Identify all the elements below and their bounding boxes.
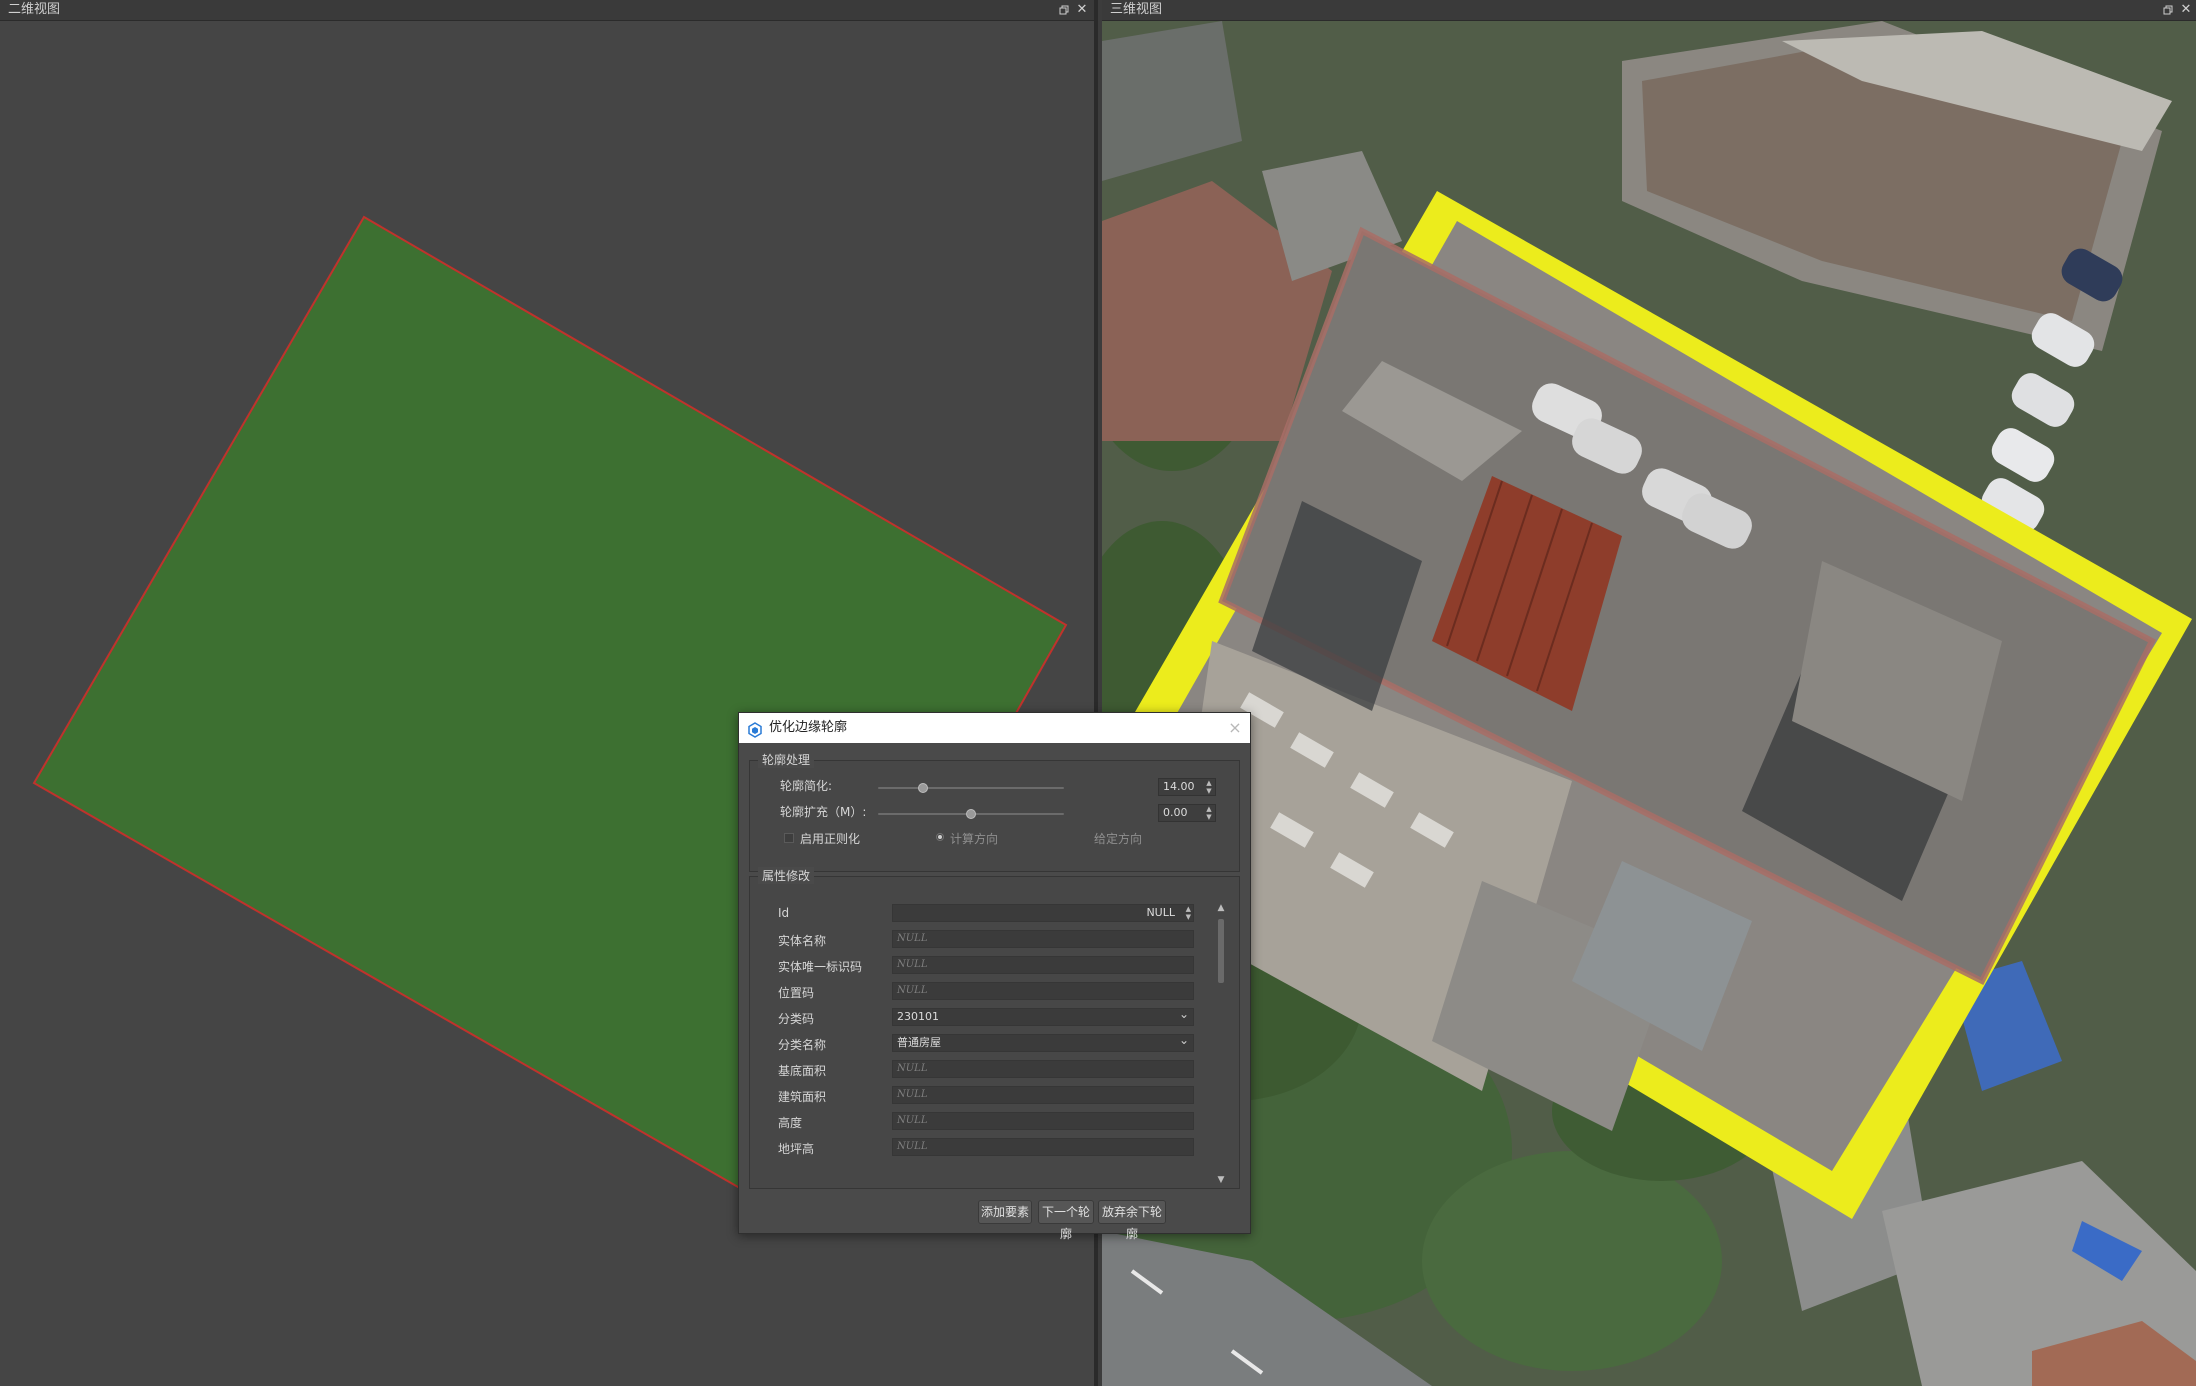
next-outline-button[interactable]: 下一个轮廓 bbox=[1038, 1200, 1094, 1241]
aerial-scene bbox=[1102, 21, 2196, 1386]
attr-combo-field[interactable]: 普通房屋 bbox=[892, 1032, 1194, 1052]
attribute-edit-group: 属性修改 Id NULL ▲ ▼ 实体名称 NULL 实体唯一标识码 NULL 位置码 NULL 分… bbox=[749, 867, 1240, 1189]
attr-value: NULL bbox=[897, 1063, 928, 1074]
attr-value: NULL bbox=[1146, 906, 1175, 919]
attr-label: 分类码 bbox=[778, 1012, 815, 1026]
add-feature-button[interactable]: 添加要素 bbox=[978, 1200, 1032, 1224]
simplify-value: 14.00 bbox=[1163, 780, 1195, 793]
attr-combo-field[interactable]: 230101 bbox=[892, 1006, 1194, 1026]
dialog-titlebar[interactable]: 优化边缘轮廓 × bbox=[739, 713, 1250, 743]
attr-text-field[interactable]: NULL bbox=[892, 956, 1194, 974]
view-3d-panel: 三维视图 ✕ bbox=[1102, 0, 2196, 1386]
attr-value: 230101 bbox=[897, 1010, 939, 1023]
attr-text-field[interactable]: NULL bbox=[892, 930, 1194, 948]
attr-text-field[interactable]: NULL bbox=[892, 1138, 1194, 1156]
view-3d-canvas[interactable] bbox=[1102, 21, 2196, 1386]
spin-arrows-icon[interactable]: ▲ ▼ bbox=[1186, 905, 1191, 921]
view-3d-header: 三维视图 ✕ bbox=[1102, 0, 2196, 21]
attr-group-title: 属性修改 bbox=[758, 867, 815, 884]
simplify-slider[interactable] bbox=[878, 783, 1064, 793]
attribute-scrollbar[interactable]: ▲ ▼ bbox=[1215, 903, 1227, 1185]
attr-label: 基底面积 bbox=[778, 1064, 827, 1078]
simplify-spinbox[interactable]: 14.00 ▲ ▼ bbox=[1158, 778, 1216, 796]
app-logo-icon bbox=[747, 720, 763, 738]
regularize-checkbox[interactable] bbox=[784, 833, 794, 843]
optimize-outline-dialog: 优化边缘轮廓 × 轮廓处理 轮廓简化: 14.00 ▲ ▼ 轮廓扩充（M）: 0.… bbox=[738, 712, 1251, 1241]
attr-value: 普通房屋 bbox=[897, 1036, 941, 1049]
simplify-label: 轮廓简化: bbox=[780, 779, 833, 793]
close-icon[interactable]: ✕ bbox=[2178, 0, 2194, 20]
attr-label: 分类名称 bbox=[778, 1038, 827, 1052]
attr-value: NULL bbox=[897, 1089, 928, 1100]
attr-text-field[interactable]: NULL bbox=[892, 1112, 1194, 1130]
calc-direction-label: 计算方向 bbox=[950, 832, 999, 846]
scroll-up-icon[interactable]: ▲ bbox=[1215, 903, 1227, 913]
attr-label: Id bbox=[778, 906, 790, 920]
dialog-title: 优化边缘轮廓 bbox=[769, 720, 848, 735]
discard-remaining-button[interactable]: 放弃余下轮廓 bbox=[1098, 1200, 1166, 1241]
spin-arrows-icon[interactable]: ▲ ▼ bbox=[1205, 779, 1213, 795]
app-root: 二维视图 ✕ 三维视图 ✕ 优化边缘轮廓 × 轮廓处理 轮廓简化: 14.00 … bbox=[0, 0, 2196, 1386]
view-2d-header: 二维视图 ✕ bbox=[0, 0, 1094, 21]
attr-label: 实体唯一标识码 bbox=[778, 960, 863, 974]
restore-icon[interactable] bbox=[2160, 0, 2176, 20]
expand-label: 轮廓扩充（M）: bbox=[780, 805, 867, 819]
outline-processing-group: 轮廓处理 轮廓简化: 14.00 ▲ ▼ 轮廓扩充（M）: 0.00 ▲ ▼ 启用正… bbox=[749, 751, 1240, 872]
view-3d-title: 三维视图 bbox=[1110, 2, 1163, 17]
attr-value: NULL bbox=[897, 933, 928, 944]
expand-value: 0.00 bbox=[1163, 806, 1188, 819]
attr-text-field[interactable]: NULL bbox=[892, 1060, 1194, 1078]
attr-value: NULL bbox=[897, 1141, 928, 1152]
restore-icon[interactable] bbox=[1056, 0, 1072, 20]
fixed-direction-label[interactable]: 给定方向 bbox=[1094, 830, 1142, 847]
attr-label: 实体名称 bbox=[778, 934, 827, 948]
attr-label: 地坪高 bbox=[778, 1142, 815, 1156]
close-icon[interactable]: ✕ bbox=[1074, 0, 1090, 20]
attr-value: NULL bbox=[897, 959, 928, 970]
expand-slider-thumb[interactable] bbox=[966, 809, 976, 819]
attr-label: 建筑面积 bbox=[778, 1090, 827, 1104]
attr-text-field[interactable]: NULL bbox=[892, 982, 1194, 1000]
attr-value: NULL bbox=[897, 985, 928, 996]
attr-number-field[interactable]: NULL ▲ ▼ bbox=[892, 904, 1194, 922]
attr-value: NULL bbox=[897, 1115, 928, 1126]
expand-spinbox[interactable]: 0.00 ▲ ▼ bbox=[1158, 804, 1216, 822]
attr-label: 高度 bbox=[778, 1116, 803, 1130]
attr-label: 位置码 bbox=[778, 986, 815, 1000]
outline-group-title: 轮廓处理 bbox=[758, 751, 815, 768]
calc-direction-radio[interactable] bbox=[936, 833, 944, 841]
view-2d-title: 二维视图 bbox=[8, 2, 61, 17]
close-icon[interactable]: × bbox=[1226, 713, 1244, 743]
scroll-thumb[interactable] bbox=[1218, 919, 1224, 983]
attr-text-field[interactable]: NULL bbox=[892, 1086, 1194, 1104]
regularize-label: 启用正则化 bbox=[800, 832, 861, 846]
spin-arrows-icon[interactable]: ▲ ▼ bbox=[1205, 805, 1213, 821]
expand-slider[interactable] bbox=[878, 809, 1064, 819]
scroll-down-icon[interactable]: ▼ bbox=[1215, 1175, 1227, 1185]
simplify-slider-thumb[interactable] bbox=[917, 783, 928, 793]
